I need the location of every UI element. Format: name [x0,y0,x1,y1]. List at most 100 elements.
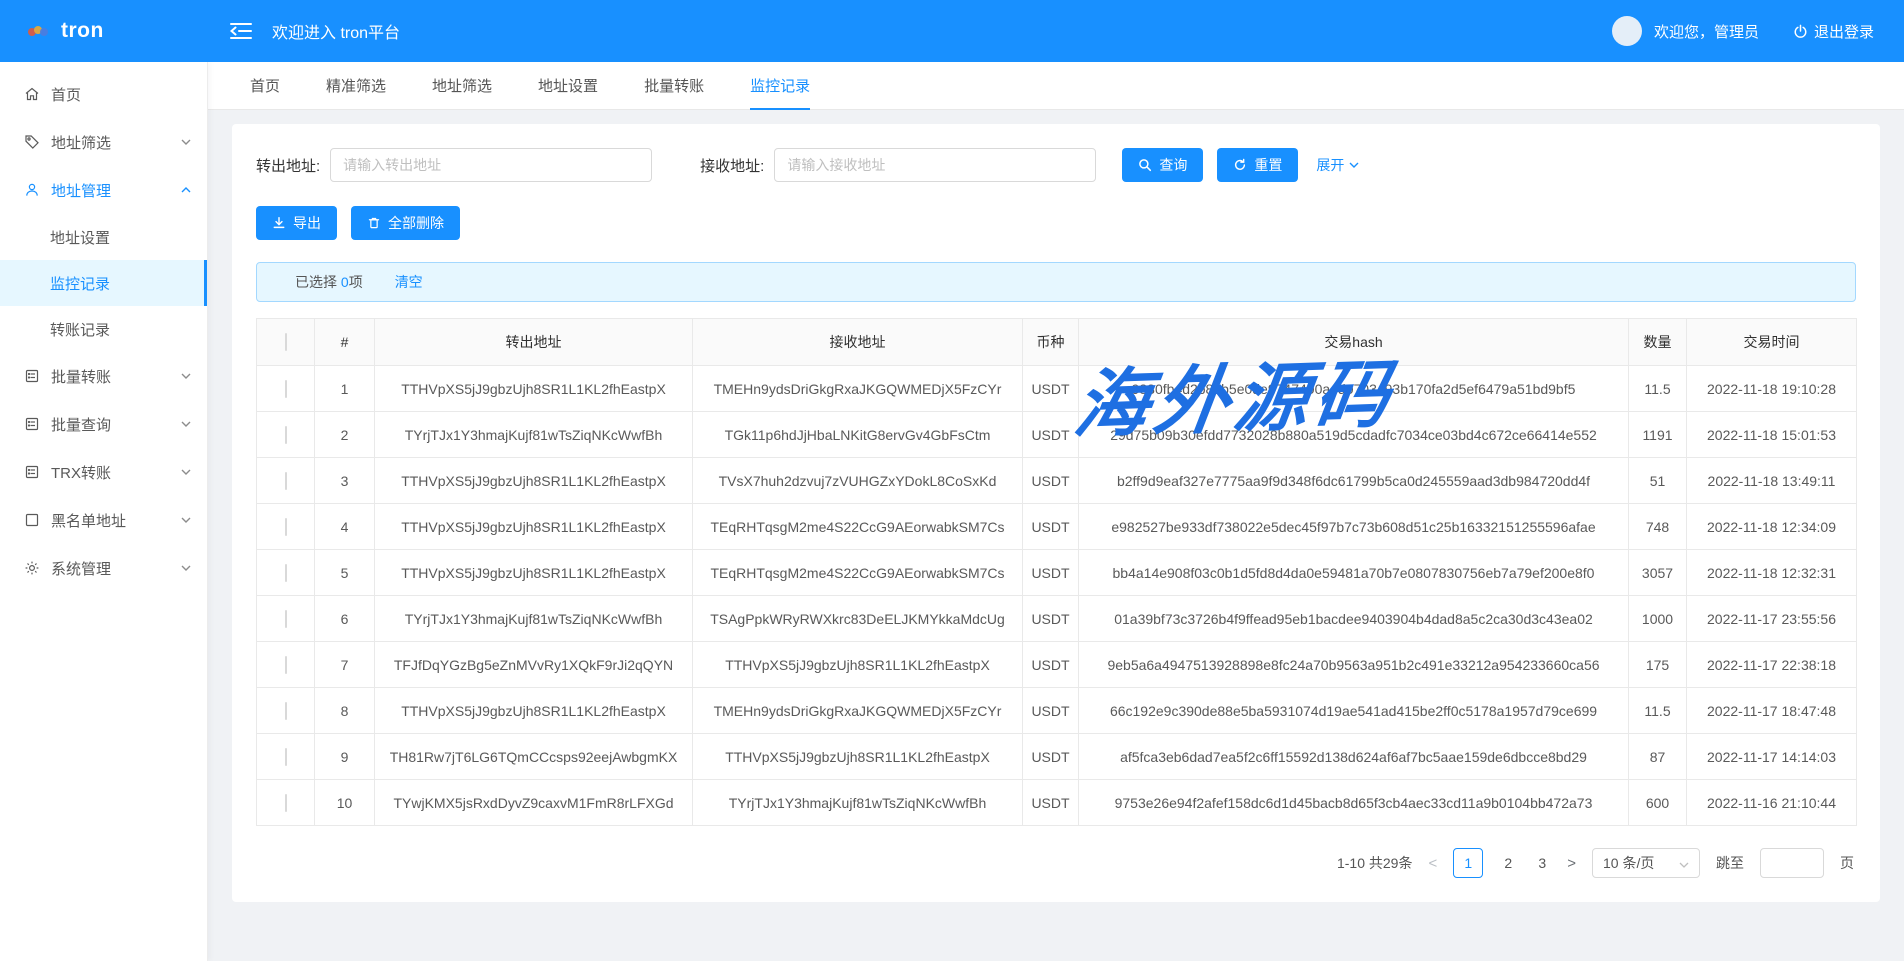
sidebar-item-home[interactable]: 首页 [0,70,207,118]
row-checkbox[interactable] [285,426,287,444]
cell-index: 5 [315,550,375,596]
export-button[interactable]: 导出 [256,206,337,240]
sidebar-subitem-monitor-records[interactable]: 监控记录 [0,260,207,306]
table-row: 4 TTHVpXS5jJ9gbzUjh8SR1L1KL2fhEastpX TEq… [257,504,1857,550]
chevron-down-icon [1679,855,1689,871]
delete-all-button[interactable]: 全部删除 [351,206,460,240]
cell-coin: USDT [1023,504,1079,550]
row-checkbox[interactable] [285,564,287,582]
cell-from-address: TH81Rw7jT6LG6TQmCCcsps92eejAwbgmKX [375,734,693,780]
next-page-icon[interactable]: > [1567,855,1576,872]
cell-to-address: TTHVpXS5jJ9gbzUjh8SR1L1KL2fhEastpX [693,734,1023,780]
sidebar-item-blacklist-address[interactable]: 黑名单地址 [0,496,207,544]
cell-tx-hash: b2ff9d9eaf327e7775aa9f9d348f6dc61799b5ca… [1079,458,1629,504]
row-checkbox[interactable] [285,472,287,490]
page-size-select[interactable]: 10 条/页 [1592,848,1700,878]
tab-precise-filter[interactable]: 精准筛选 [326,62,386,109]
tab-monitor-records[interactable]: 监控记录 [750,62,810,109]
cell-coin: USDT [1023,734,1079,780]
reset-button[interactable]: 重置 [1217,148,1298,182]
cell-amount: 87 [1629,734,1687,780]
row-checkbox[interactable] [285,748,287,766]
sidebar-item-system-manage[interactable]: 系统管理 [0,544,207,592]
cell-amount: 51 [1629,458,1687,504]
cell-amount: 1191 [1629,412,1687,458]
prev-page-icon[interactable]: < [1428,855,1437,872]
to-address-input[interactable] [774,148,1096,182]
table-row: 3 TTHVpXS5jJ9gbzUjh8SR1L1KL2fhEastpX TVs… [257,458,1857,504]
clear-selection-link[interactable]: 清空 [395,272,423,292]
cell-amount: 600 [1629,780,1687,826]
col-from-address: 转出地址 [375,319,693,366]
jump-page-input[interactable] [1760,848,1824,878]
cell-coin: USDT [1023,688,1079,734]
cell-coin: USDT [1023,366,1079,412]
page-number-3[interactable]: 3 [1533,855,1551,871]
cell-from-address: TTHVpXS5jJ9gbzUjh8SR1L1KL2fhEastpX [375,688,693,734]
cell-to-address: TVsX7huh2dzvuj7zVUHGZxYDokL8CoSxKd [693,458,1023,504]
row-checkbox[interactable] [285,702,287,720]
from-address-input[interactable] [330,148,652,182]
cell-tx-time: 2022-11-17 23:55:56 [1687,596,1857,642]
tab-batch-transfer[interactable]: 批量转账 [644,62,704,109]
list-icon [24,464,40,480]
cell-index: 6 [315,596,375,642]
row-checkbox[interactable] [285,380,287,398]
select-all-checkbox[interactable] [285,333,287,351]
tab-address-settings[interactable]: 地址设置 [538,62,598,109]
user-icon [24,182,40,198]
cell-tx-time: 2022-11-18 12:34:09 [1687,504,1857,550]
pagination: 1-10 共29条 < 1 2 3 > 10 条/页 跳至 页 [256,848,1856,878]
sidebar-item-address-filter[interactable]: 地址筛选 [0,118,207,166]
cell-tx-hash: bb4a14e908f03c0b1d5fd8d4da0e59481a70b7e0… [1079,550,1629,596]
pagination-total: 1-10 共29条 [1337,853,1412,873]
cell-tx-time: 2022-11-17 18:47:48 [1687,688,1857,734]
sidebar-item-batch-query[interactable]: 批量查询 [0,400,207,448]
sidebar-subitem-transfer-records[interactable]: 转账记录 [0,306,207,352]
col-tx-hash: 交易hash [1079,319,1629,366]
logout-button[interactable]: 退出登录 [1793,21,1874,42]
sidebar-item-batch-transfer[interactable]: 批量转账 [0,352,207,400]
cell-tx-hash: af5fca3eb6dad7ea5f2c6ff15592d138d624af6a… [1079,734,1629,780]
chevron-up-icon [181,187,191,193]
cell-tx-hash: 9eb5a6a4947513928898e8fc24a70b9563a951b2… [1079,642,1629,688]
cell-from-address: TYrjTJx1Y3hmajKujf81wTsZiqNKcWwfBh [375,596,693,642]
search-button[interactable]: 查询 [1122,148,1203,182]
tab-address-filter[interactable]: 地址筛选 [432,62,492,109]
cell-tx-hash: 9753e26e94f2afef158dc6d1d45bacb8d65f3cb4… [1079,780,1629,826]
menu-fold-icon[interactable] [230,22,252,40]
tag-icon [24,134,40,150]
cell-tx-hash: 66c192e9c390de88e5ba5931074d19ae541ad415… [1079,688,1629,734]
cell-to-address: TGk11p6hdJjHbaLNKitG8ervGv4GbFsCtm [693,412,1023,458]
row-checkbox[interactable] [285,656,287,674]
cell-index: 7 [315,642,375,688]
cell-from-address: TTHVpXS5jJ9gbzUjh8SR1L1KL2fhEastpX [375,366,693,412]
app-logo: tron [0,19,208,43]
cell-to-address: TMEHn9ydsDriGkgRxaJKGQWMEDjX5FzCYr [693,688,1023,734]
tab-home[interactable]: 首页 [250,62,280,109]
sidebar-subitem-address-settings[interactable]: 地址设置 [0,214,207,260]
list-icon [24,368,40,384]
row-checkbox[interactable] [285,794,287,812]
expand-link[interactable]: 展开 [1316,155,1359,175]
page-number-2[interactable]: 2 [1499,855,1517,871]
row-checkbox[interactable] [285,518,287,536]
col-coin: 币种 [1023,319,1079,366]
chevron-down-icon [181,421,191,427]
cell-from-address: TYwjKMX5jsRxdDyvZ9caxvM1FmR8rLFXGd [375,780,693,826]
avatar [1612,16,1642,46]
cell-coin: USDT [1023,550,1079,596]
sidebar-item-trx-transfer[interactable]: TRX转账 [0,448,207,496]
gear-icon [24,560,40,576]
chevron-down-icon [181,517,191,523]
sidebar-item-address-manage[interactable]: 地址管理 [0,166,207,214]
cell-to-address: TSAgPpkWRyRWXkrc83DeELJKMYkkaMdcUg [693,596,1023,642]
row-checkbox[interactable] [285,610,287,628]
cell-tx-time: 2022-11-18 15:01:53 [1687,412,1857,458]
logo-text: tron [61,19,104,43]
chevron-down-icon [181,469,191,475]
page-number-1[interactable]: 1 [1453,848,1483,878]
table-row: 10 TYwjKMX5jsRxdDyvZ9caxvM1FmR8rLFXGd TY… [257,780,1857,826]
table-row: 8 TTHVpXS5jJ9gbzUjh8SR1L1KL2fhEastpX TME… [257,688,1857,734]
selected-suffix: 项 [349,274,363,290]
